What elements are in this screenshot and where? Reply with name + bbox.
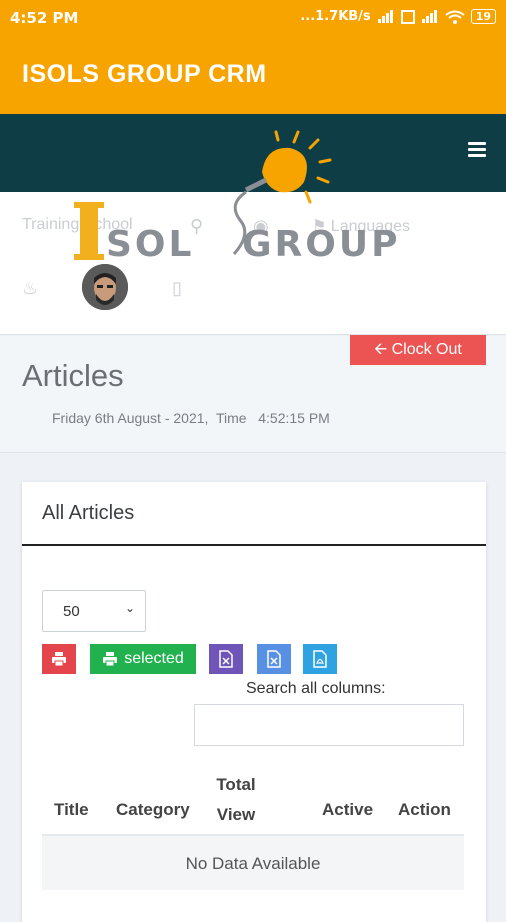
print-selected-label: selected [124,650,184,667]
articles-card: All Articles 50 ⌄ selected Search all co… [22,482,486,922]
status-icons: ...1.7KB/s 19 [300,9,496,24]
battery-icon: 19 [470,9,496,24]
file-csv-icon [267,650,281,668]
current-date: Friday 6th August - 2021, [52,410,209,426]
clock-out-button[interactable]: 🡨 Clock Out [350,335,486,365]
column-header-total-view[interactable]: Total View [214,770,258,830]
table-row: No Data Available [42,836,464,890]
file-excel-icon [219,650,233,668]
card-title: All Articles [42,502,135,524]
search-input[interactable] [194,704,464,746]
print-icon [52,652,66,667]
isols-group-logo: SOL GROUP [70,124,420,265]
menu-icon[interactable] [468,142,486,160]
app-bar: ISOLS GROUP CRM [0,36,506,114]
card-header: All Articles [22,482,486,546]
print-selected-button[interactable]: selected [90,644,196,674]
excel-export-button[interactable] [209,644,243,674]
page-size-value: 50 [63,603,80,620]
print-button[interactable] [42,644,76,674]
app-title: ISOLS GROUP CRM [22,60,267,88]
column-header-title[interactable]: Title [54,800,89,820]
empty-message: No Data Available [185,854,321,873]
status-bar: 4:52 PM ...1.7KB/s 19 [0,0,506,36]
network-speed: ...1.7KB/s [300,9,371,24]
page-title: Articles [22,358,124,393]
wifi-icon [445,10,465,24]
sim-icon [400,9,415,24]
current-time: 4:52:15 PM [258,410,330,426]
column-header-active[interactable]: Active [322,800,373,820]
time-label: Time [215,410,247,426]
clipboard-icon[interactable]: ▯ [172,278,182,299]
status-time: 4:52 PM [10,9,79,27]
bell-icon[interactable]: ♨ [22,278,38,299]
signal-icon [377,10,393,23]
logo-text-left: SOL [106,224,194,264]
chevron-down-icon: ⌄ [124,601,135,615]
avatar[interactable] [82,264,128,310]
pdf-export-button[interactable] [303,644,337,674]
logo-text-right: GROUP [242,224,401,264]
clock-out-label: Clock Out [391,341,462,358]
arrow-left-icon: 🡨 [374,341,388,358]
current-datetime: Friday 6th August - 2021, Time 4:52:15 P… [52,410,330,426]
search-label: Search all columns: [246,680,386,697]
print-icon [103,652,118,667]
file-pdf-icon [313,650,327,668]
csv-export-button[interactable] [257,644,291,674]
signal-icon-2 [421,10,437,23]
column-header-category[interactable]: Category [116,800,190,820]
column-header-action[interactable]: Action [398,800,451,820]
page-size-select[interactable]: 50 ⌄ [42,590,146,632]
